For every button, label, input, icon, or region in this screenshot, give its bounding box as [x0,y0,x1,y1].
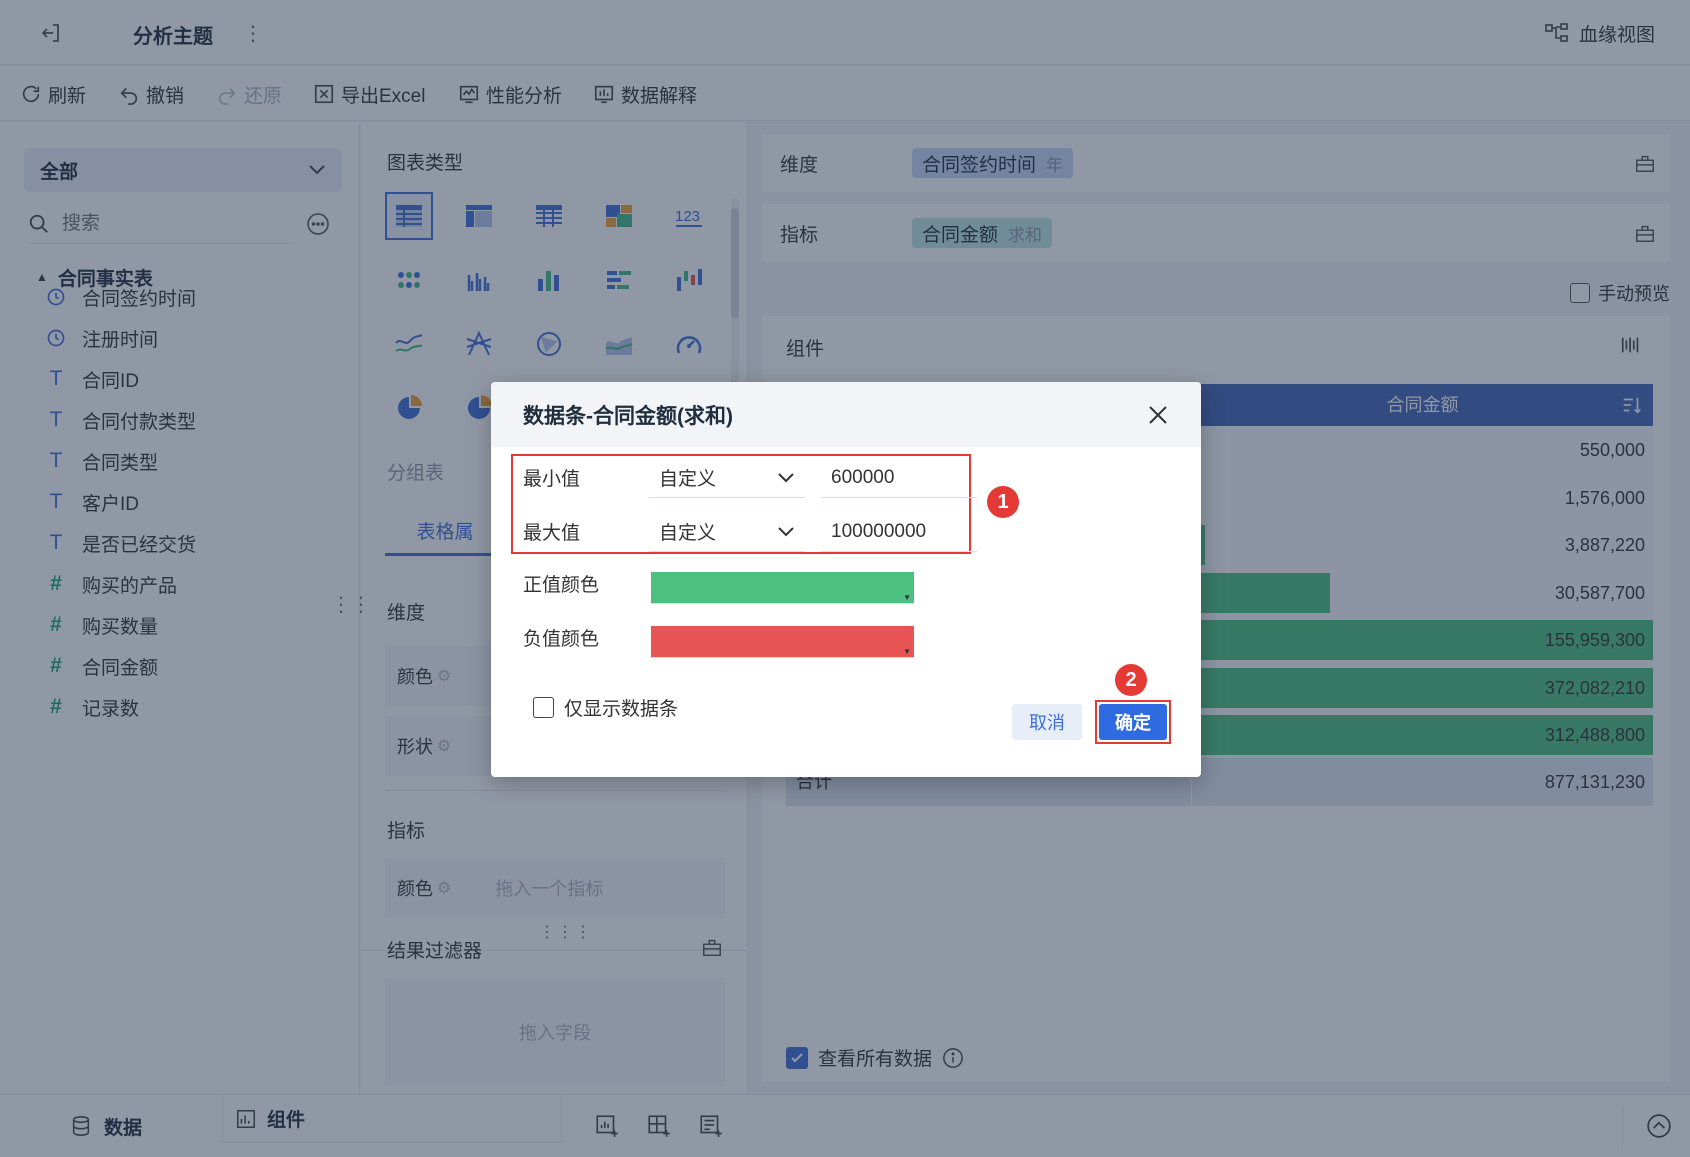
step-badge-2: 2 [1115,664,1147,696]
chevron-down-icon [777,472,795,484]
caret-icon: ▼ [903,593,911,602]
max-mode-select[interactable]: 自定义 [649,512,805,552]
min-value-input[interactable] [821,458,977,498]
max-mode-value: 自定义 [659,523,717,544]
cancel-button[interactable]: 取消 [1012,704,1082,740]
max-label: 最大值 [523,523,581,544]
confirm-label: 确定 [1115,713,1151,733]
dialog-title: 数据条-合同金额(求和) [523,405,733,428]
data-bar-dialog: 数据条-合同金额(求和) 最小值 自定义 最大值 自定义 1 正值颜色 ▼ 负值… [491,382,1201,777]
step-badge-1: 1 [987,486,1019,518]
min-mode-value: 自定义 [659,469,717,490]
only-bar-label: 仅显示数据条 [564,699,679,720]
cancel-label: 取消 [1029,713,1065,733]
dialog-header: 数据条-合同金额(求和) [491,382,1201,447]
caret-icon: ▼ [903,647,911,656]
positive-color-picker[interactable]: ▼ [651,572,914,604]
positive-color-label: 正值颜色 [523,575,600,596]
min-label: 最小值 [523,469,581,490]
checkbox-icon [533,697,554,718]
chevron-down-icon [777,526,795,538]
negative-color-picker[interactable]: ▼ [651,626,914,658]
negative-color-label: 负值颜色 [523,629,600,650]
close-icon[interactable] [1145,402,1171,428]
only-bar-checkbox[interactable]: 仅显示数据条 [533,694,678,721]
confirm-button[interactable]: 确定 [1099,704,1167,740]
min-mode-select[interactable]: 自定义 [649,458,805,498]
max-value-input[interactable] [821,512,977,552]
